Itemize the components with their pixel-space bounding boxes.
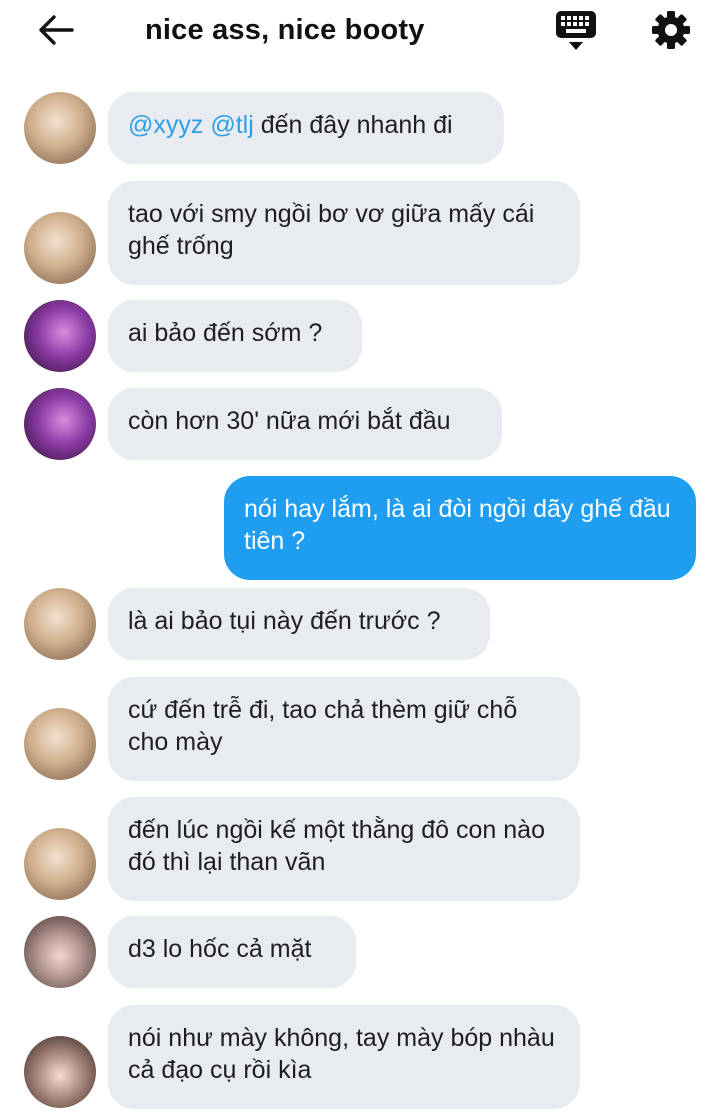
message-text: là ai bảo tụi này đến trước ? [128, 607, 441, 635]
mention-link[interactable]: @tlj [210, 111, 253, 139]
sender-avatar[interactable] [24, 1036, 96, 1108]
message-text: đến đây nhanh đi [260, 111, 453, 139]
sender-avatar[interactable] [24, 916, 96, 988]
message-bubble[interactable]: tao với smy ngồi bơ vơ giữa mấy cái ghế … [108, 181, 580, 285]
settings-button[interactable] [650, 9, 692, 51]
message-bubble[interactable]: cứ đến trễ đi, tao chả thèm giữ chỗ cho … [108, 677, 580, 781]
message-text: nói hay lắm, là ai đòi ngồi dãy ghế đầu … [244, 495, 671, 555]
arrow-left-icon [39, 15, 74, 45]
sender-avatar[interactable] [24, 708, 96, 780]
message-text: đến lúc ngồi kế một thằng đô con nào đó … [128, 816, 545, 876]
message-text: ai bảo đến sớm ? [128, 319, 323, 347]
sender-avatar[interactable] [24, 588, 96, 660]
message-text: tao với smy ngồi bơ vơ giữa mấy cái ghế … [128, 200, 535, 260]
message-bubble[interactable]: ai bảo đến sớm ? [108, 300, 362, 372]
sender-avatar[interactable] [24, 92, 96, 164]
message-bubble[interactable]: nói như mày không, tay mày bóp nhàu cả đ… [108, 1005, 580, 1109]
message-text: nói như mày không, tay mày bóp nhàu cả đ… [128, 1024, 555, 1084]
message-bubble[interactable]: d3 lo hốc cả mặt [108, 916, 356, 988]
message-bubble[interactable]: còn hơn 30' nữa mới bắt đầu [108, 388, 502, 460]
message-bubble[interactable]: đến lúc ngồi kế một thằng đô con nào đó … [108, 797, 580, 901]
message-text: d3 lo hốc cả mặt [128, 935, 312, 963]
top-bar: nice ass, nice booty [0, 0, 720, 62]
back-button[interactable] [36, 12, 76, 48]
sender-avatar[interactable] [24, 300, 96, 372]
message-bubble[interactable]: là ai bảo tụi này đến trước ? [108, 588, 490, 660]
message-text: cứ đến trễ đi, tao chả thèm giữ chỗ cho … [128, 696, 518, 756]
message-bubble-outgoing[interactable]: nói hay lắm, là ai đòi ngồi dãy ghế đầu … [224, 476, 696, 580]
keyboard-hide-button[interactable] [554, 10, 598, 52]
sender-avatar[interactable] [24, 828, 96, 900]
keyboard-hide-icon [556, 11, 596, 50]
message-text: còn hơn 30' nữa mới bắt đầu [128, 407, 451, 435]
message-bubble[interactable]: @xyyz @tlj đến đây nhanh đi [108, 92, 504, 164]
chat-title: nice ass, nice booty [145, 14, 425, 46]
sender-avatar[interactable] [24, 388, 96, 460]
sender-avatar[interactable] [24, 212, 96, 284]
mention-link[interactable]: @xyyz [128, 111, 203, 139]
gear-icon [652, 11, 690, 49]
